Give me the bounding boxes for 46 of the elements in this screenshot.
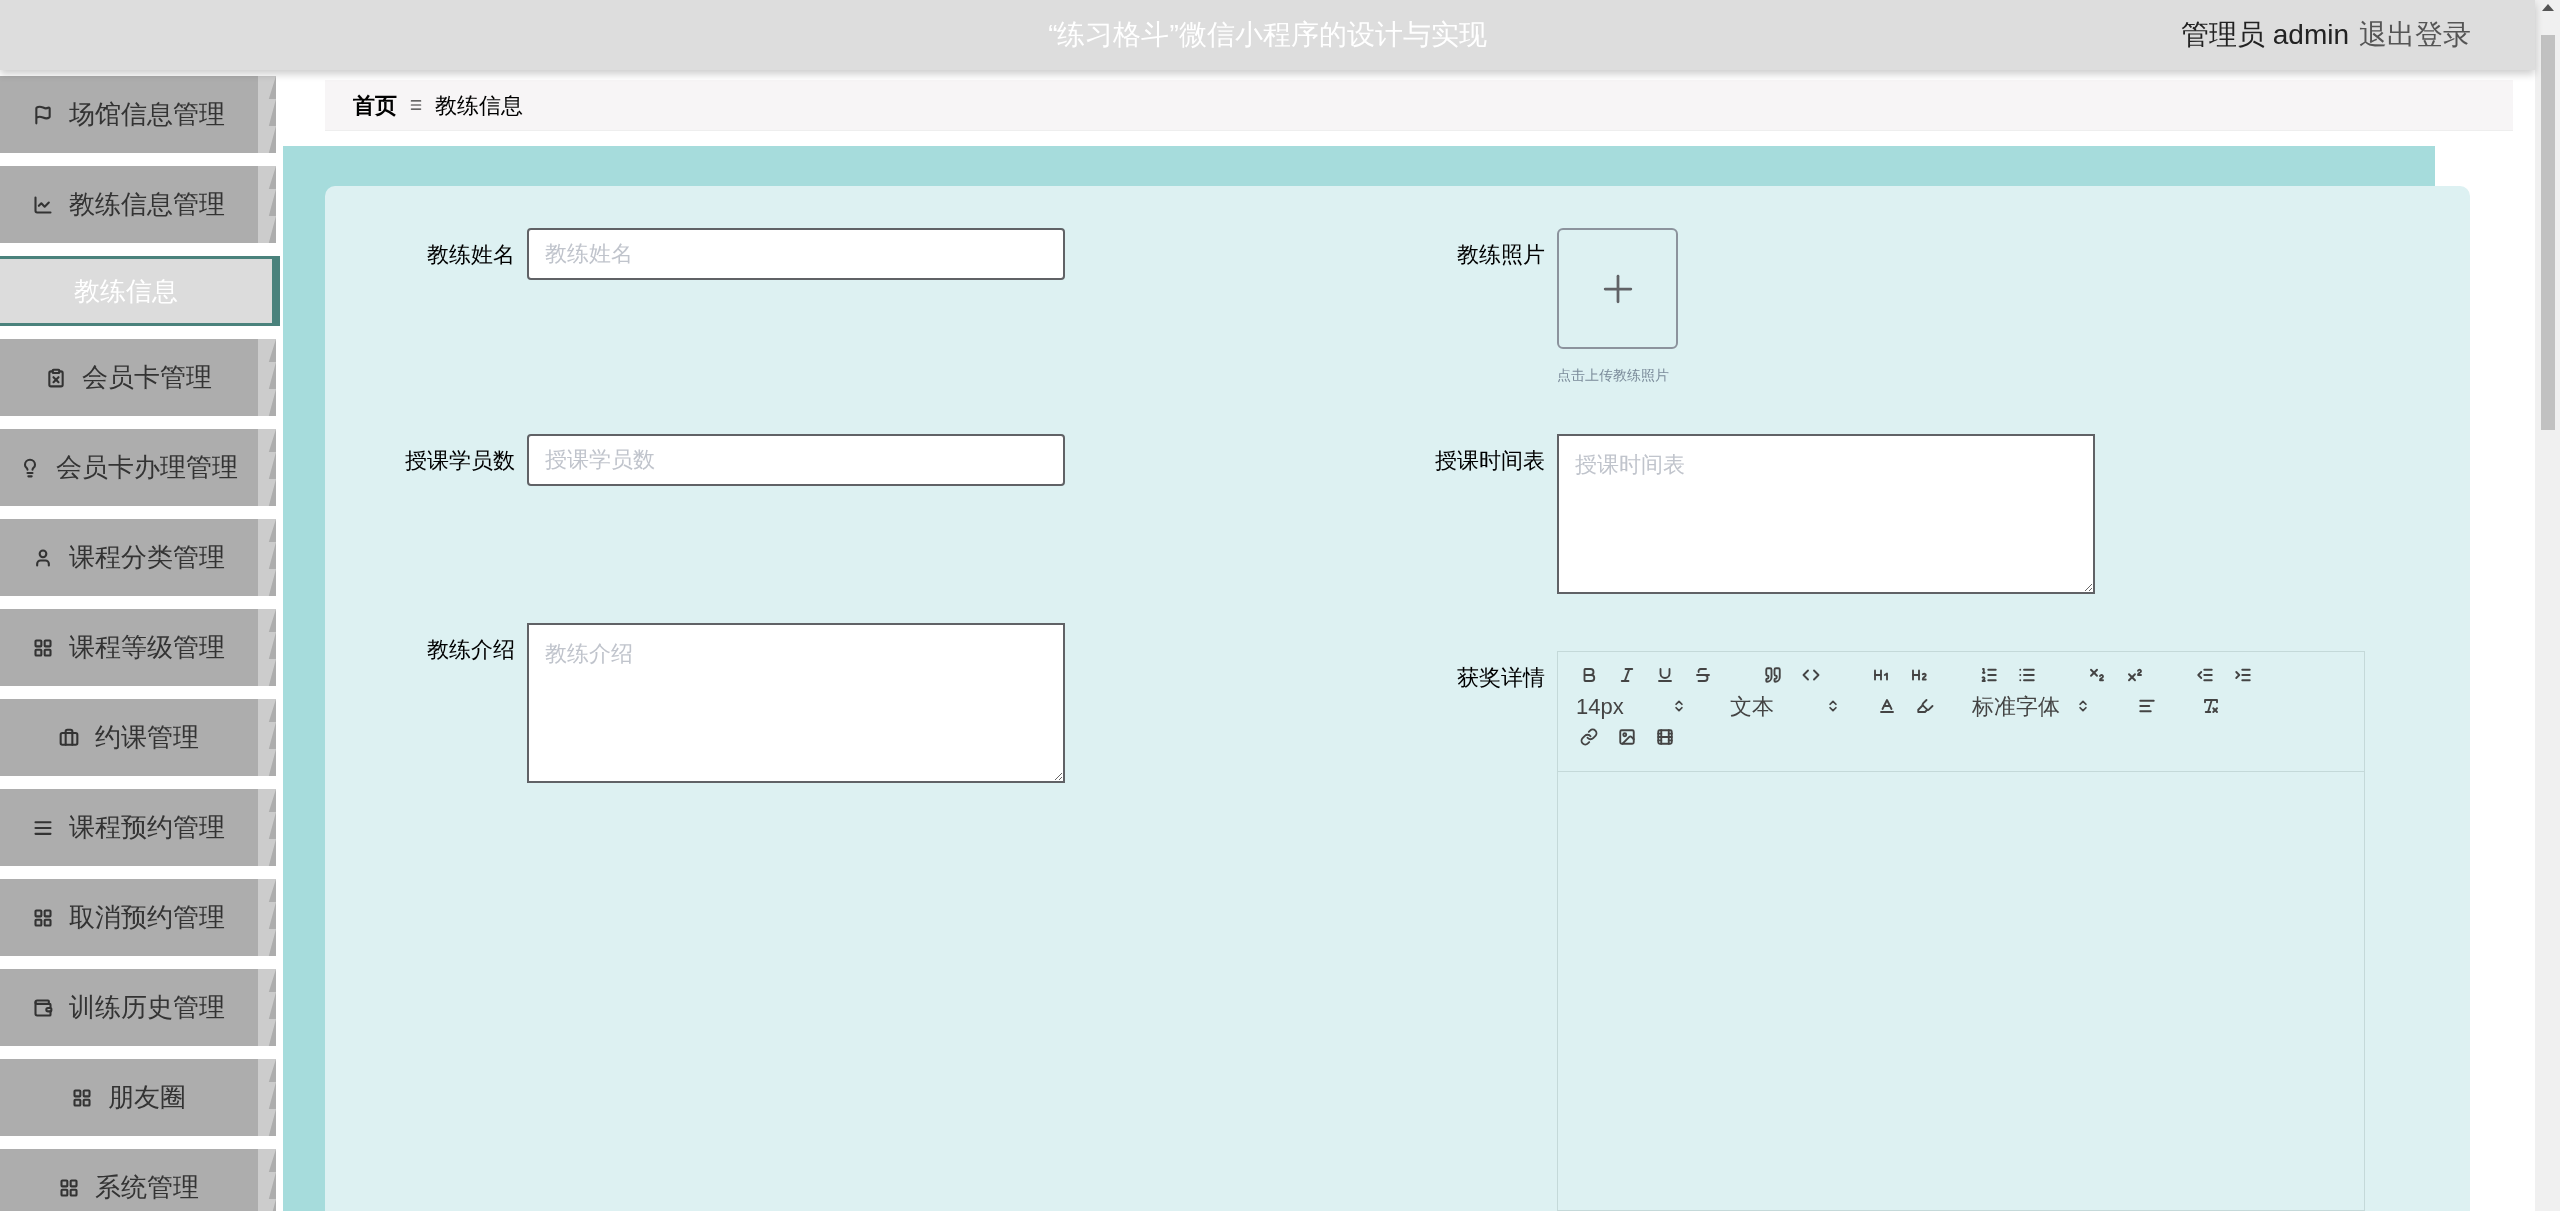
sidebar-item[interactable]: 教练信息管理 [0, 166, 276, 243]
sidebar-item[interactable]: 课程分类管理 [0, 519, 276, 596]
toolbar-select[interactable]: 14px [1576, 692, 1686, 720]
field-label: 教练介绍 [426, 636, 515, 664]
field-label: 授课时间表 [1434, 447, 1545, 475]
sidebar-item[interactable]: 会员卡管理 [0, 339, 276, 416]
text-area[interactable]: 教练介绍 [527, 623, 1065, 783]
text-area[interactable]: 授课时间表 [1557, 434, 2095, 594]
wallet-icon [33, 997, 53, 1018]
separator-icon [409, 97, 423, 113]
field-label: 教练姓名 [426, 241, 515, 269]
flag-icon [33, 104, 53, 125]
sidebar-item[interactable]: 课程等级管理 [0, 609, 276, 686]
tab-edge [258, 1149, 276, 1211]
user-label: 管理员 admin [2180, 18, 2349, 52]
sidebar-item[interactable]: 场馆信息管理 [0, 76, 276, 153]
sidebar-item[interactable]: 课程预约管理 [0, 789, 276, 866]
grid-icon [33, 907, 53, 928]
breadcrumb-link[interactable]: 首页 [353, 88, 397, 122]
clipboard-icon [46, 367, 66, 388]
grid-icon [72, 1087, 92, 1108]
updown-icon [1672, 699, 1686, 713]
updown-icon [1826, 699, 1840, 713]
field-label: 教练照片 [1456, 241, 1545, 269]
text-field[interactable]: 授课学员数 [527, 434, 1065, 486]
sidebar-item[interactable]: 取消预约管理 [0, 879, 276, 956]
field-label: 获奖详情 [1456, 664, 1545, 692]
grid-icon [33, 637, 53, 658]
sidebar-item[interactable]: 系统管理 [0, 1149, 276, 1211]
chart-icon [33, 194, 53, 215]
sidebar-item[interactable]: 会员卡办理管理 [0, 429, 276, 506]
briefcase-icon [59, 727, 79, 748]
logout-link[interactable]: 退出登录 [2359, 14, 2471, 56]
text-field[interactable]: 教练姓名 [527, 228, 1065, 280]
upload-hint: 点击上传教练照片 [1557, 366, 1670, 385]
breadcrumb-link[interactable]: 教练信息 [435, 88, 523, 122]
updown-icon [2076, 699, 2090, 713]
grid-icon [59, 1177, 79, 1198]
toolbar-select[interactable]: 文本 [1730, 692, 1840, 720]
toolbar-select[interactable]: 标准字体 [1972, 692, 2090, 720]
field-label: 授课学员数 [404, 447, 515, 475]
sidebar-item[interactable]: 训练历史管理 [0, 969, 276, 1046]
user-icon [33, 547, 53, 568]
sidebar-item[interactable]: 约课管理 [0, 699, 276, 776]
sidebar-item[interactable]: 朋友圈 [0, 1059, 276, 1136]
upload-button[interactable] [1557, 228, 1678, 349]
